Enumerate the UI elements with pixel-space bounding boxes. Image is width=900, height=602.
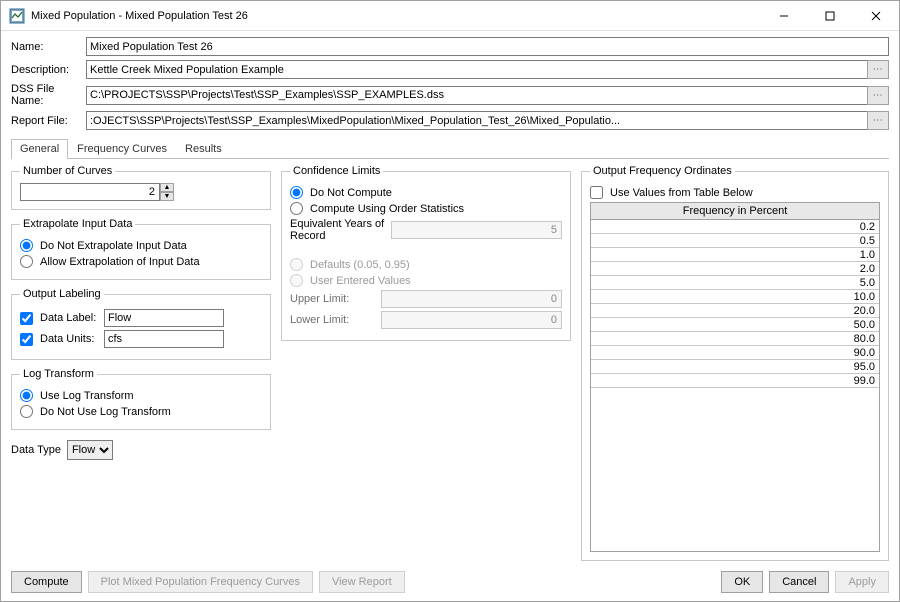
frequency-cell[interactable]: 0.2: [591, 220, 879, 234]
dssfile-input[interactable]: [86, 86, 868, 105]
extrapolate-yes-radio[interactable]: Allow Extrapolation of Input Data: [20, 255, 262, 268]
close-button[interactable]: [853, 1, 899, 30]
confidence-limits-group: Confidence Limits Do Not Compute Compute…: [281, 165, 571, 341]
frequency-table-header: Frequency in Percent: [591, 203, 879, 220]
frequency-cell[interactable]: 5.0: [591, 276, 879, 290]
tab-frequency-curves[interactable]: Frequency Curves: [68, 139, 176, 159]
mixed-population-window: Mixed Population - Mixed Population Test…: [0, 0, 900, 602]
window-title: Mixed Population - Mixed Population Test…: [31, 10, 248, 22]
tab-general[interactable]: General: [11, 139, 68, 159]
eq-years-input[interactable]: [391, 221, 562, 239]
user-entered-radio: User Entered Values: [290, 274, 562, 287]
data-type-select[interactable]: Flow: [67, 440, 113, 460]
reportfile-label: Report File:: [11, 115, 86, 127]
apply-button: Apply: [835, 571, 889, 593]
minimize-button[interactable]: [761, 1, 807, 30]
frequency-cell[interactable]: 20.0: [591, 304, 879, 318]
confidence-limits-legend: Confidence Limits: [290, 165, 383, 177]
name-input[interactable]: [86, 37, 889, 56]
reportfile-browse-button[interactable]: ⋯: [867, 111, 889, 130]
upper-limit-input: [381, 290, 562, 308]
compute-button[interactable]: Compute: [11, 571, 82, 593]
order-stats-radio[interactable]: Compute Using Order Statistics: [290, 202, 562, 215]
number-of-curves-input[interactable]: [20, 183, 160, 201]
plot-button: Plot Mixed Population Frequency Curves: [88, 571, 313, 593]
reportfile-input[interactable]: [86, 111, 868, 130]
data-label-input[interactable]: [104, 309, 224, 327]
log-transform-legend: Log Transform: [20, 368, 97, 380]
lower-limit-label: Lower Limit:: [290, 314, 375, 326]
dssfile-label: DSS File Name:: [11, 83, 86, 107]
description-browse-button[interactable]: ⋯: [867, 60, 889, 79]
output-labeling-legend: Output Labeling: [20, 288, 104, 300]
frequency-cell[interactable]: 90.0: [591, 346, 879, 360]
defaults-radio: Defaults (0.05, 0.95): [290, 258, 562, 271]
name-label: Name:: [11, 41, 86, 53]
frequency-cell[interactable]: 99.0: [591, 374, 879, 388]
log-use-radio[interactable]: Use Log Transform: [20, 389, 262, 402]
lower-limit-input: [381, 311, 562, 329]
cancel-button[interactable]: Cancel: [769, 571, 829, 593]
tabpage-general: Number of Curves ▲ ▼ Extrapolate Input D…: [11, 159, 889, 565]
use-values-check[interactable]: [590, 186, 603, 199]
app-icon: [9, 8, 25, 24]
view-report-button: View Report: [319, 571, 405, 593]
data-label-label: Data Label:: [40, 312, 100, 324]
dialog-footer: Compute Plot Mixed Population Frequency …: [1, 565, 899, 601]
extrapolate-group: Extrapolate Input Data Do Not Extrapolat…: [11, 218, 271, 280]
tab-results[interactable]: Results: [176, 139, 231, 159]
log-no-radio[interactable]: Do Not Use Log Transform: [20, 405, 262, 418]
data-type-label: Data Type: [11, 444, 61, 456]
data-units-input[interactable]: [104, 330, 224, 348]
number-of-curves-legend: Number of Curves: [20, 165, 115, 177]
description-input[interactable]: [86, 60, 868, 79]
use-values-check-row[interactable]: Use Values from Table Below: [590, 186, 880, 199]
frequency-cell[interactable]: 2.0: [591, 262, 879, 276]
ordinates-legend: Output Frequency Ordinates: [590, 165, 735, 177]
frequency-cell[interactable]: 1.0: [591, 248, 879, 262]
data-units-check[interactable]: [20, 333, 33, 346]
output-frequency-ordinates-group: Output Frequency Ordinates Use Values fr…: [581, 165, 889, 561]
maximize-button[interactable]: [807, 1, 853, 30]
description-label: Description:: [11, 64, 86, 76]
spinner-up-icon[interactable]: ▲: [160, 183, 174, 192]
data-units-label: Data Units:: [40, 333, 100, 345]
spinner-down-icon[interactable]: ▼: [160, 192, 174, 201]
data-label-check[interactable]: [20, 312, 33, 325]
eq-years-label: Equivalent Years of Record: [290, 218, 385, 242]
titlebar: Mixed Population - Mixed Population Test…: [1, 1, 899, 31]
frequency-cell[interactable]: 80.0: [591, 332, 879, 346]
frequency-cell[interactable]: 95.0: [591, 360, 879, 374]
frequency-cell[interactable]: 10.0: [591, 290, 879, 304]
output-labeling-group: Output Labeling Data Label: Data Units:: [11, 288, 271, 360]
ok-button[interactable]: OK: [721, 571, 763, 593]
dssfile-browse-button[interactable]: ⋯: [867, 86, 889, 105]
log-transform-group: Log Transform Use Log Transform Do Not U…: [11, 368, 271, 430]
tab-bar: General Frequency Curves Results: [11, 138, 889, 159]
frequency-cell[interactable]: 0.5: [591, 234, 879, 248]
extrapolate-no-radio[interactable]: Do Not Extrapolate Input Data: [20, 239, 262, 252]
frequency-cell[interactable]: 50.0: [591, 318, 879, 332]
frequency-table[interactable]: Frequency in Percent 0.20.51.02.05.010.0…: [590, 202, 880, 552]
number-of-curves-group: Number of Curves ▲ ▼: [11, 165, 271, 210]
upper-limit-label: Upper Limit:: [290, 293, 375, 305]
do-not-compute-radio[interactable]: Do Not Compute: [290, 186, 562, 199]
extrapolate-legend: Extrapolate Input Data: [20, 218, 135, 230]
